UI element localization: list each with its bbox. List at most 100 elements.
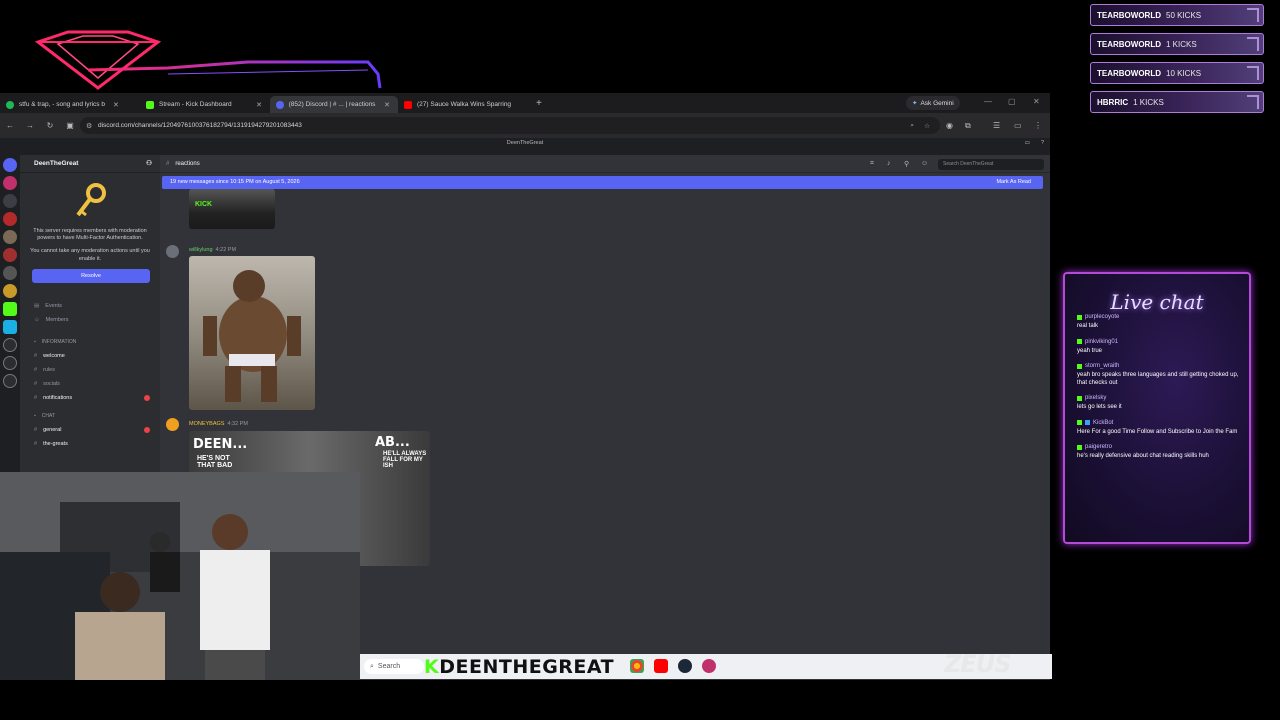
taskbar-search[interactable]: ⌕ Search [364, 659, 424, 674]
server-header[interactable]: DeenTheGreat ⚇ [20, 155, 160, 173]
youtube-icon [404, 100, 412, 109]
hash-icon: # [34, 394, 38, 401]
server-icon[interactable] [3, 176, 17, 190]
member-list-icon[interactable]: ☺ [921, 160, 928, 167]
menu-kebab-icon[interactable]: ⋮ [1034, 121, 1042, 130]
download-icon[interactable] [3, 374, 17, 388]
message-author[interactable]: MONEYBAGS 4:32 PM [189, 421, 248, 427]
category-information[interactable]: ▪ INFORMATION [20, 335, 160, 349]
extensions-puzzle-icon[interactable]: ⧉ [965, 121, 971, 131]
key-icon [76, 183, 106, 217]
channel-socials[interactable]: # socials [20, 377, 160, 391]
events-nav[interactable]: ▤ Events [20, 299, 160, 313]
notification-bell-icon[interactable]: ♪ [887, 160, 891, 167]
invite-icon[interactable]: ⚇ [146, 159, 152, 167]
kick-badge-icon [1077, 395, 1082, 401]
new-tab-button[interactable]: + [536, 98, 542, 109]
discord-window-title: DeenTheGreat [506, 140, 544, 146]
close-tab-icon[interactable]: ✕ [113, 101, 119, 109]
maximize-icon[interactable]: ▢ [1008, 97, 1016, 106]
message-author[interactable]: willkylung 4:22 PM [189, 247, 236, 253]
channel-title: reactions [175, 160, 200, 167]
channel-welcome[interactable]: # welcome [20, 349, 160, 363]
server-icon[interactable] [3, 194, 17, 208]
back-icon[interactable]: ← [0, 121, 20, 130]
channel-name: DEENTHEGREAT [439, 656, 615, 678]
close-tab-icon[interactable]: ✕ [256, 101, 262, 109]
kick-logo: K [424, 656, 440, 678]
tab-kick-dashboard[interactable]: Stream - Kick Dashboard ✕ [140, 96, 270, 113]
add-server-icon[interactable] [3, 356, 17, 370]
close-window-icon[interactable]: ✕ [1033, 97, 1040, 106]
chevron-down-icon: ▪ [34, 412, 36, 419]
profile-icon[interactable]: ☰ [993, 121, 1000, 130]
chat-message: paigeretro he's really defensive about c… [1077, 444, 1239, 461]
help-icon[interactable]: ? [1041, 138, 1044, 148]
attachment-image[interactable] [189, 256, 315, 410]
mfa-text-2: You cannot take any moderation actions u… [30, 248, 150, 262]
app-icon[interactable] [702, 659, 716, 673]
url-text: discord.com/channels/1204976100376182794… [98, 122, 302, 129]
chat-message: storm_wraith yeah bro speaks three langu… [1077, 363, 1239, 387]
bot-badge-icon [1085, 420, 1090, 425]
server-icon[interactable] [3, 212, 17, 226]
pin-icon[interactable]: ⚲ [904, 160, 909, 168]
resolve-button[interactable]: Resolve [32, 268, 150, 283]
members-nav[interactable]: ☺ Members [20, 313, 160, 327]
threads-icon[interactable]: ⌗ [870, 160, 874, 168]
extension-icon[interactable]: ◉ [946, 121, 953, 130]
channel-notifications[interactable]: # notifications [20, 391, 160, 405]
server-icon[interactable] [3, 230, 17, 244]
chat-message: KickBot Here For a good Time Follow and … [1077, 420, 1239, 437]
chat-text: he's really defensive about chat reading… [1077, 453, 1209, 459]
close-tab-icon[interactable]: ✕ [384, 101, 390, 109]
tab-youtube[interactable]: (27) Sauce Walka Wins Sparring [398, 96, 528, 113]
explore-icon[interactable] [3, 338, 17, 352]
server-icon[interactable] [3, 266, 17, 280]
chrome-icon[interactable] [630, 659, 644, 673]
category-chat[interactable]: ▪ CHAT [20, 409, 160, 423]
channel-rules[interactable]: # rules [20, 363, 160, 377]
timestamp: 4:22 PM [215, 247, 237, 253]
kick-badge-icon [1077, 339, 1082, 344]
channel-the-greats[interactable]: # the-greats [20, 437, 160, 451]
avatar[interactable] [166, 418, 179, 431]
home-icon[interactable] [3, 158, 17, 172]
bookmark-star-icon[interactable]: ☆ [924, 122, 930, 130]
server-icon[interactable] [3, 248, 17, 262]
mfa-notice: This server requires members with modera… [20, 173, 160, 263]
kick-alert-count: 1 KICKS [1166, 39, 1197, 49]
ask-gemini-button[interactable]: ✦ Ask Gemini [906, 96, 960, 110]
server-icon[interactable] [3, 320, 17, 334]
minimize-icon[interactable]: — [984, 97, 992, 106]
channel-label: rules [43, 366, 55, 373]
inbox-icon[interactable]: ▭ [1025, 138, 1030, 148]
reload-icon[interactable]: ↻ [40, 121, 60, 130]
alert-corner-icon [1247, 37, 1259, 51]
author-name: MONEYBAGS [189, 421, 225, 427]
discord-search-input[interactable]: Search DeenTheGreat [938, 159, 1044, 170]
kick-alert: HBRRIC 1 KICKS [1090, 91, 1264, 113]
attachment-image[interactable]: KICK [189, 189, 275, 229]
kick-server-icon[interactable] [3, 302, 17, 316]
youtube-icon[interactable] [654, 659, 668, 673]
hash-icon: # [166, 160, 170, 167]
avatar[interactable] [166, 245, 179, 258]
site-info-icon[interactable]: ⚙ [86, 122, 92, 130]
category-label: INFORMATION [41, 338, 77, 345]
server-icon[interactable] [3, 284, 17, 298]
chat-username: storm_wraith [1085, 363, 1120, 369]
tab-spotify[interactable]: stfu & trap, - song and lyrics b ✕ [0, 96, 140, 113]
new-messages-banner[interactable]: 19 new messages since 10:15 PM on August… [162, 176, 1043, 189]
tab-discord[interactable]: (852) Discord | # ... | reactions ✕ [270, 96, 398, 113]
forward-icon[interactable]: → [20, 121, 40, 130]
steam-icon[interactable] [678, 659, 692, 673]
address-bar[interactable]: ⚙ discord.com/channels/12049761003761827… [80, 117, 940, 134]
split-view-icon[interactable]: ▣ [60, 121, 80, 130]
zoom-icon[interactable]: ⌕ [910, 122, 914, 130]
sidebar-icon[interactable]: ▭ [1014, 121, 1022, 130]
chat-text: Here For a good Time Follow and Subscrib… [1077, 428, 1238, 435]
channel-general[interactable]: # general [20, 423, 160, 437]
search-icon: ⌕ [370, 662, 374, 670]
mark-as-read-button[interactable]: Mark As Read [996, 176, 1031, 189]
